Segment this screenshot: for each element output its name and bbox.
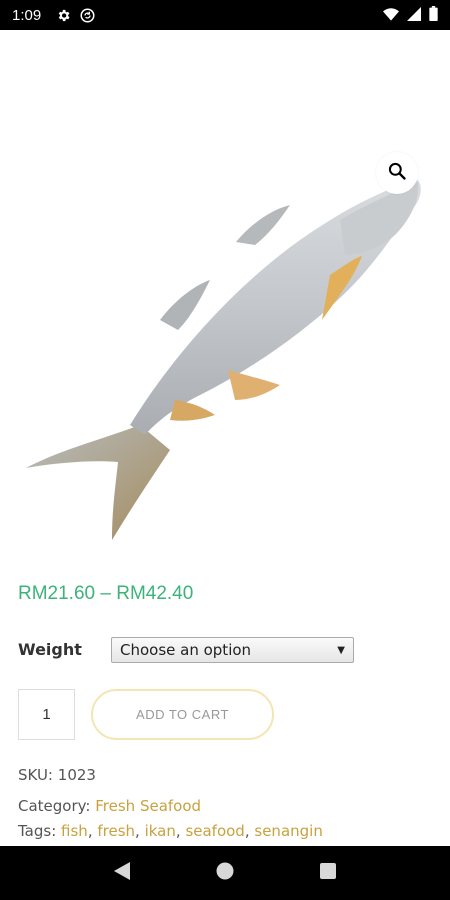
wifi-icon xyxy=(383,6,399,25)
product-image xyxy=(0,30,450,570)
android-nav-bar xyxy=(0,846,450,900)
settings-gear-icon xyxy=(55,7,71,23)
tag-link[interactable]: seafood xyxy=(185,822,244,840)
status-indicators xyxy=(383,5,438,25)
status-time: 1:09 xyxy=(12,6,42,24)
weight-select-value: Choose an option xyxy=(120,641,252,659)
recents-button[interactable] xyxy=(308,853,348,893)
weight-select[interactable]: Choose an option ▼ xyxy=(111,637,354,663)
tags-line: Tags: fish, fresh, ikan, seafood, senang… xyxy=(18,822,323,840)
category-line: Category: Fresh Seafood xyxy=(18,797,201,815)
tag-link[interactable]: ikan xyxy=(145,822,176,840)
home-circle-icon xyxy=(216,862,234,884)
tag-link[interactable]: fish xyxy=(61,822,88,840)
sync-icon xyxy=(79,7,95,23)
status-bar: 1:09 xyxy=(0,0,450,30)
tags-label: Tags: xyxy=(18,822,57,840)
dropdown-arrow-icon: ▼ xyxy=(337,644,345,656)
back-button[interactable] xyxy=(102,853,142,893)
recents-square-icon xyxy=(320,863,337,883)
tag-link[interactable]: senangin xyxy=(254,822,322,840)
category-link[interactable]: Fresh Seafood xyxy=(95,797,201,815)
sku-label: SKU: xyxy=(18,766,53,784)
fish-image xyxy=(26,180,421,540)
sku-line: SKU: 1023 xyxy=(18,766,96,784)
battery-icon xyxy=(429,5,438,25)
zoom-button[interactable] xyxy=(376,152,418,194)
home-button[interactable] xyxy=(205,853,245,893)
tag-link[interactable]: fresh xyxy=(97,822,135,840)
quantity-input[interactable]: 1 xyxy=(18,689,75,740)
weight-label: Weight xyxy=(18,640,82,659)
magnifier-icon xyxy=(387,161,407,185)
add-to-cart-button[interactable]: ADD TO CART xyxy=(91,689,274,740)
sku-value: 1023 xyxy=(57,766,96,784)
signal-icon xyxy=(407,6,421,25)
category-label: Category: xyxy=(18,797,91,815)
product-price: RM21.60 – RM42.40 xyxy=(18,583,194,604)
back-triangle-icon xyxy=(113,862,130,884)
